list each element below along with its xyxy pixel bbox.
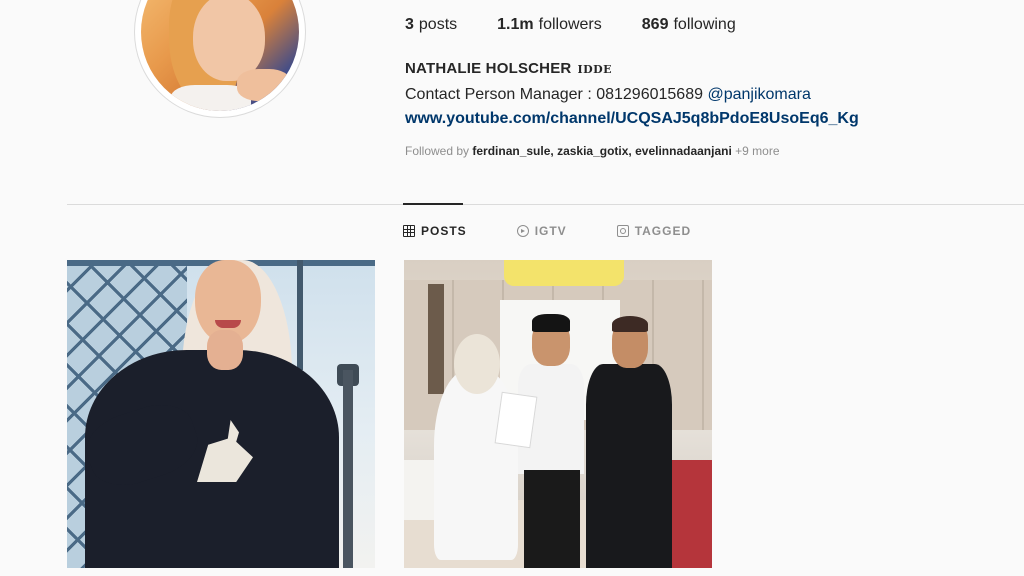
bio-contact: Contact Person Manager : 081296015689: [405, 86, 703, 103]
bio-text: Contact Person Manager : 081296015689 @p…: [405, 86, 965, 104]
grid-icon: [403, 225, 415, 237]
followed-by-more: +9 more: [735, 144, 780, 158]
profile-page: 3 posts 1.1m followers 869 following NAT…: [0, 0, 1024, 576]
post-thumbnail-1[interactable]: [67, 260, 375, 568]
website-link[interactable]: www.youtube.com/channel/UCQSAJ5q8bPdoE8U…: [405, 110, 965, 128]
posts-count-label: posts: [418, 16, 458, 33]
tab-tagged-label: TAGGED: [634, 224, 692, 238]
tab-igtv-label: IGTV: [534, 224, 567, 238]
followed-by-users: ferdinan_sule, zaskia_gotix, evelinnadaa…: [472, 144, 732, 158]
following-count-label: following: [673, 16, 736, 33]
avatar-image: [141, 0, 299, 111]
profile-name-suffix: IDDE: [577, 63, 613, 76]
profile-name-row: NATHALIE HOLSCHER IDDE: [405, 60, 965, 77]
profile-stats: 3 posts 1.1m followers 869 following: [405, 16, 736, 34]
followed-by-prefix: Followed by: [405, 144, 470, 158]
profile-name: NATHALIE HOLSCHER: [405, 60, 572, 77]
posts-count: 3 posts: [405, 16, 457, 34]
posts-count-value: 3: [405, 16, 414, 33]
profile-tabs: POSTS IGTV TAGGED: [403, 224, 691, 238]
active-tab-indicator: [403, 203, 463, 205]
tab-posts[interactable]: POSTS: [403, 224, 467, 238]
section-divider: [67, 204, 1024, 205]
post-thumbnail-2[interactable]: [404, 260, 712, 568]
followed-by[interactable]: Followed by ferdinan_sule, zaskia_gotix,…: [405, 144, 965, 158]
tab-tagged[interactable]: TAGGED: [616, 224, 692, 238]
profile-avatar[interactable]: [134, 0, 306, 118]
tab-igtv[interactable]: IGTV: [516, 224, 567, 238]
igtv-icon: [516, 225, 529, 237]
followers-link[interactable]: 1.1m followers: [497, 16, 602, 34]
followers-count-label: followers: [538, 16, 602, 33]
profile-bio: NATHALIE HOLSCHER IDDE Contact Person Ma…: [405, 60, 965, 158]
following-link[interactable]: 869 following: [642, 16, 736, 34]
tab-posts-label: POSTS: [421, 224, 467, 238]
followers-count-value: 1.1m: [497, 16, 534, 33]
bio-mention-link[interactable]: @panjikomara: [707, 86, 810, 103]
following-count-value: 869: [641, 16, 669, 33]
tagged-icon: [616, 225, 629, 237]
